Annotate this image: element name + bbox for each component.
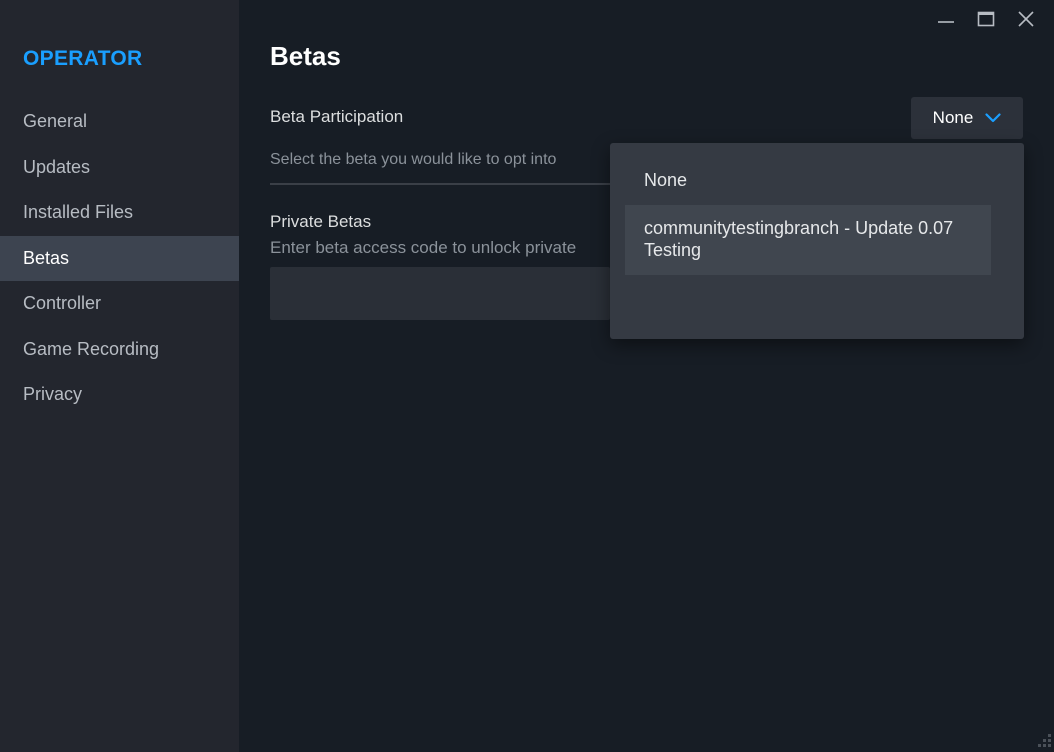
sidebar-item-installed-files[interactable]: Installed Files xyxy=(0,190,239,236)
sidebar-item-game-recording[interactable]: Game Recording xyxy=(0,327,239,373)
minimize-icon xyxy=(938,21,954,23)
minimize-button[interactable] xyxy=(926,6,966,32)
sidebar-item-controller[interactable]: Controller xyxy=(0,281,239,327)
sidebar: OPERATOR General Updates Installed Files… xyxy=(0,0,239,752)
settings-window: OPERATOR General Updates Installed Files… xyxy=(0,0,1054,752)
beta-select-dropdown[interactable]: None xyxy=(911,97,1023,139)
sidebar-nav: General Updates Installed Files Betas Co… xyxy=(0,99,239,418)
beta-select-value: None xyxy=(932,108,974,127)
close-button[interactable] xyxy=(1006,6,1046,32)
section-divider xyxy=(270,183,610,185)
dropdown-option-label: communitytestingbranch - Update 0.07 xyxy=(644,218,954,238)
private-betas-description: Enter beta access code to unlock private xyxy=(270,238,577,257)
dropdown-option-label: None xyxy=(644,170,688,190)
window-controls xyxy=(926,6,1046,32)
page-title: Betas xyxy=(270,41,341,71)
dropdown-option-communitytestingbranch[interactable]: communitytestingbranch - Update 0.07 Tes… xyxy=(625,205,991,275)
private-betas-label: Private Betas xyxy=(270,212,372,231)
close-icon xyxy=(1018,11,1034,27)
dropdown-option-none[interactable]: None xyxy=(625,165,991,195)
beta-participation-label: Beta Participation xyxy=(270,107,404,126)
dropdown-option-sublabel: Testing xyxy=(644,240,702,260)
maximize-button[interactable] xyxy=(966,6,1006,32)
chevron-down-icon xyxy=(985,113,1001,123)
beta-participation-description: Select the beta you would like to opt in… xyxy=(270,151,557,168)
sidebar-item-privacy[interactable]: Privacy xyxy=(0,372,239,418)
app-title: OPERATOR xyxy=(23,47,143,70)
sidebar-item-betas[interactable]: Betas xyxy=(0,235,239,281)
maximize-icon xyxy=(977,11,995,27)
beta-access-code-input[interactable] xyxy=(270,267,610,320)
sidebar-item-general[interactable]: General xyxy=(0,99,239,145)
beta-dropdown-menu: None communitytestingbranch - Update 0.0… xyxy=(610,143,1024,339)
resize-grip-icon[interactable] xyxy=(1032,730,1052,750)
sidebar-item-updates[interactable]: Updates xyxy=(0,145,239,191)
